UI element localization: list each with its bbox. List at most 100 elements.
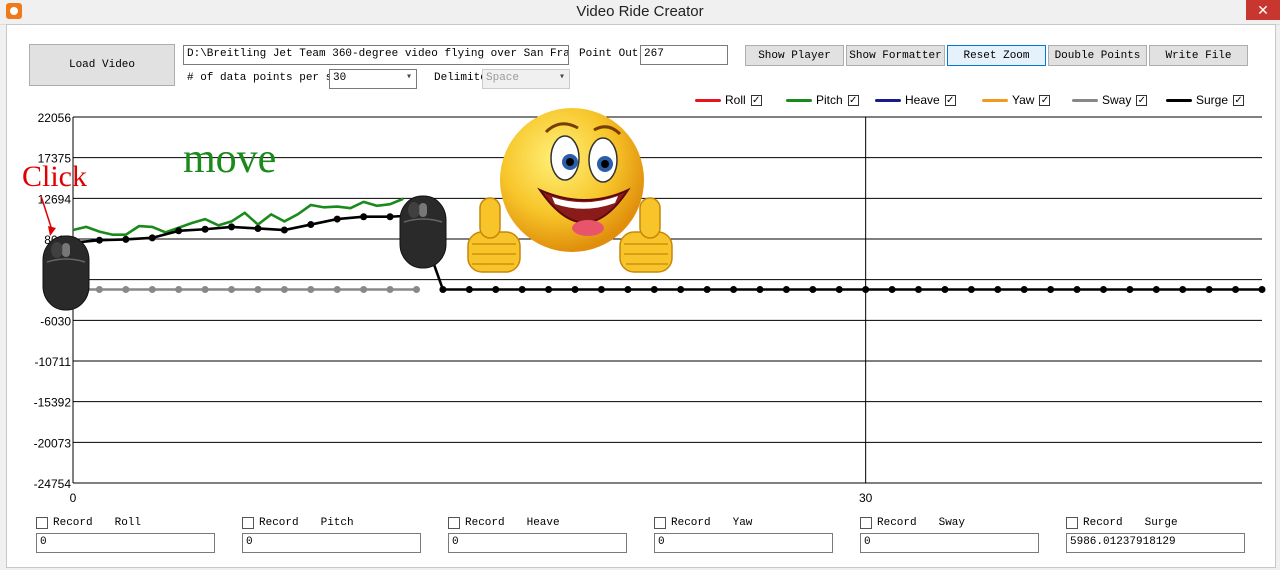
data-point-surge[interactable] <box>228 223 236 231</box>
data-point-surge[interactable] <box>465 286 473 294</box>
data-point-surge[interactable] <box>254 224 262 232</box>
data-point-surge[interactable] <box>782 286 790 294</box>
data-point-sway[interactable] <box>360 286 368 294</box>
data-point-surge[interactable] <box>915 286 923 294</box>
record-value-sway[interactable]: 0 <box>860 533 1039 553</box>
record-name: Heave <box>526 517 560 529</box>
data-point-surge[interactable] <box>624 286 632 294</box>
data-point-surge[interactable] <box>1179 286 1187 294</box>
mouse-icon <box>399 195 447 269</box>
record-value-surge[interactable]: 5986.01237918129 <box>1066 533 1245 553</box>
data-point-sway[interactable] <box>386 286 394 294</box>
data-point-surge[interactable] <box>967 286 975 294</box>
record-heave[interactable]: Record Heave <box>448 517 560 529</box>
data-point-surge[interactable] <box>1232 286 1240 294</box>
data-point-sway[interactable] <box>122 286 130 294</box>
data-point-surge[interactable] <box>888 286 896 294</box>
data-point-surge[interactable] <box>280 226 288 234</box>
record-name: Roll <box>114 517 142 529</box>
data-point-surge[interactable] <box>941 286 949 294</box>
record-name: Surge <box>1144 517 1178 529</box>
y-tick-label: -15392 <box>34 396 72 410</box>
data-point-surge[interactable] <box>756 286 764 294</box>
record-value-yaw[interactable]: 0 <box>654 533 833 553</box>
record-label: Record <box>877 517 917 529</box>
data-point-sway[interactable] <box>280 286 288 294</box>
record-checkbox-yaw[interactable] <box>654 517 666 529</box>
data-point-surge[interactable] <box>862 286 870 294</box>
data-point-surge[interactable] <box>122 235 130 243</box>
motion-chart[interactable]: 2205617375126948013-7-6030-10711-15392-2… <box>0 0 1280 570</box>
record-value-pitch[interactable]: 0 <box>242 533 421 553</box>
data-point-surge[interactable] <box>333 215 341 223</box>
data-point-surge[interactable] <box>571 286 579 294</box>
data-point-sway[interactable] <box>307 286 315 294</box>
data-point-sway[interactable] <box>201 286 209 294</box>
data-point-surge[interactable] <box>835 286 843 294</box>
record-label: Record <box>1083 517 1123 529</box>
data-point-surge[interactable] <box>1099 286 1107 294</box>
data-point-surge[interactable] <box>677 286 685 294</box>
y-tick-label: 22056 <box>38 111 72 125</box>
data-point-surge[interactable] <box>703 286 711 294</box>
data-point-surge[interactable] <box>545 286 553 294</box>
data-point-sway[interactable] <box>175 286 183 294</box>
record-sway[interactable]: Record Sway <box>860 517 965 529</box>
data-point-surge[interactable] <box>95 236 103 244</box>
x-tick-label: 0 <box>70 491 77 505</box>
record-yaw[interactable]: Record Yaw <box>654 517 752 529</box>
record-value-roll[interactable]: 0 <box>36 533 215 553</box>
data-point-surge[interactable] <box>650 286 658 294</box>
mouse-icon <box>42 235 90 311</box>
data-point-surge[interactable] <box>518 286 526 294</box>
data-point-surge[interactable] <box>360 213 368 221</box>
data-point-surge[interactable] <box>1047 286 1055 294</box>
record-checkbox-pitch[interactable] <box>242 517 254 529</box>
data-point-surge[interactable] <box>1073 286 1081 294</box>
data-point-sway[interactable] <box>412 286 420 294</box>
record-label: Record <box>671 517 711 529</box>
record-label: Record <box>53 517 93 529</box>
record-name: Pitch <box>320 517 354 529</box>
data-point-surge[interactable] <box>307 221 315 229</box>
y-tick-label: -6030 <box>40 314 71 328</box>
data-point-surge[interactable] <box>1258 286 1266 294</box>
data-point-surge[interactable] <box>386 213 394 221</box>
data-point-surge[interactable] <box>1126 286 1134 294</box>
record-label: Record <box>465 517 505 529</box>
record-roll[interactable]: Record Roll <box>36 517 141 529</box>
data-point-surge[interactable] <box>1205 286 1213 294</box>
data-point-surge[interactable] <box>994 286 1002 294</box>
y-tick-label: -10711 <box>35 355 72 369</box>
data-point-surge[interactable] <box>730 286 738 294</box>
record-name: Yaw <box>732 517 753 529</box>
data-point-surge[interactable] <box>439 286 447 294</box>
data-point-surge[interactable] <box>175 227 183 235</box>
data-point-sway[interactable] <box>148 286 156 294</box>
y-tick-label: -20073 <box>34 436 72 450</box>
move-annotation: move <box>183 136 276 182</box>
data-point-sway[interactable] <box>228 286 236 294</box>
y-tick-label: -24754 <box>34 477 72 491</box>
record-checkbox-heave[interactable] <box>448 517 460 529</box>
data-point-surge[interactable] <box>597 286 605 294</box>
data-point-sway[interactable] <box>333 286 341 294</box>
record-checkbox-sway[interactable] <box>860 517 872 529</box>
data-point-sway[interactable] <box>254 286 262 294</box>
record-value-heave[interactable]: 0 <box>448 533 627 553</box>
data-point-surge[interactable] <box>1152 286 1160 294</box>
record-checkbox-surge[interactable] <box>1066 517 1078 529</box>
data-point-sway[interactable] <box>95 286 103 294</box>
thumbs-up-smiley-icon <box>467 108 673 273</box>
data-point-surge[interactable] <box>809 286 817 294</box>
record-surge[interactable]: Record Surge <box>1066 517 1178 529</box>
data-point-surge[interactable] <box>148 234 156 242</box>
data-point-surge[interactable] <box>492 286 500 294</box>
record-pitch[interactable]: Record Pitch <box>242 517 354 529</box>
record-name: Sway <box>938 517 966 529</box>
click-annotation: Click <box>22 160 87 193</box>
data-point-surge[interactable] <box>201 225 209 233</box>
x-tick-label: 30 <box>859 491 873 505</box>
data-point-surge[interactable] <box>1020 286 1028 294</box>
record-checkbox-roll[interactable] <box>36 517 48 529</box>
